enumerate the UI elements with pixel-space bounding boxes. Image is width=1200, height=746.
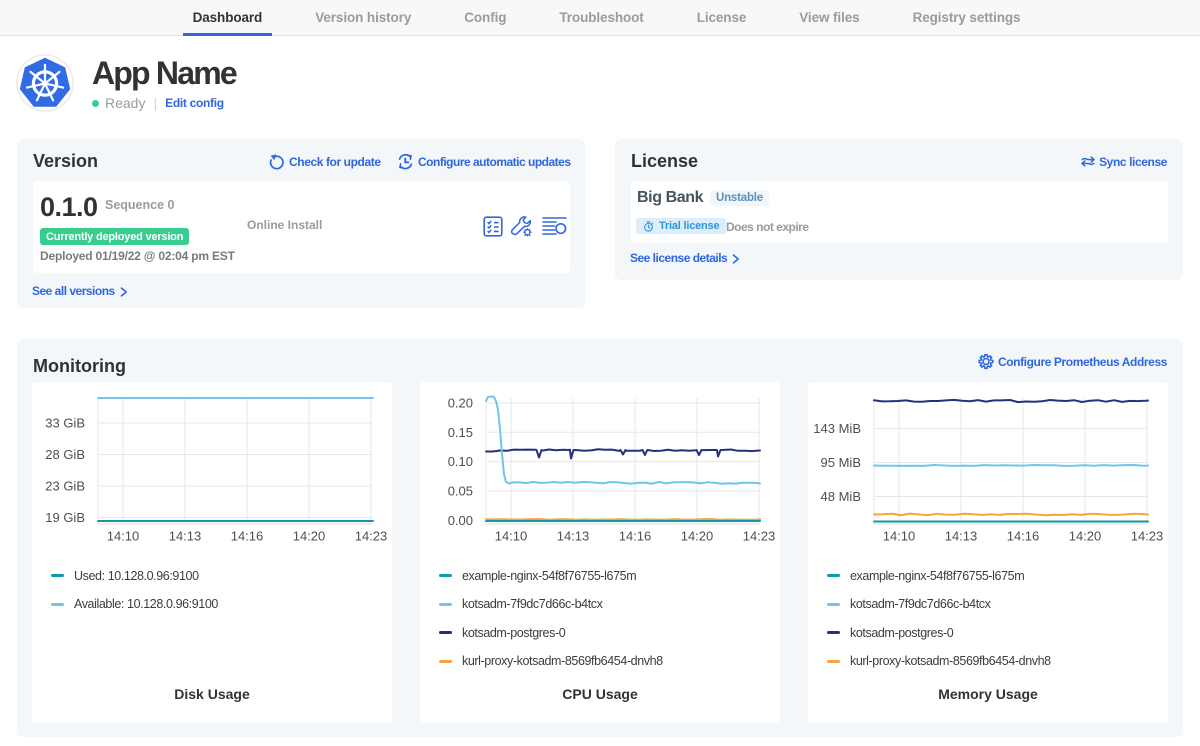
svg-text:14:10: 14:10 <box>883 529 916 544</box>
svg-text:14:20: 14:20 <box>1069 529 1102 544</box>
svg-text:33 GiB: 33 GiB <box>45 416 85 431</box>
svg-text:14:20: 14:20 <box>681 529 714 544</box>
svg-text:14:20: 14:20 <box>293 529 326 544</box>
svg-text:14:16: 14:16 <box>231 529 264 544</box>
svg-text:0.20: 0.20 <box>448 396 473 411</box>
svg-text:19 GiB: 19 GiB <box>45 510 85 525</box>
svg-text:14:23: 14:23 <box>743 529 776 544</box>
svg-text:48 MiB: 48 MiB <box>821 489 861 504</box>
svg-text:14:13: 14:13 <box>945 529 978 544</box>
svg-text:0.05: 0.05 <box>448 484 473 499</box>
svg-text:14:16: 14:16 <box>619 529 652 544</box>
svg-text:0.10: 0.10 <box>448 454 473 469</box>
svg-text:14:23: 14:23 <box>355 529 388 544</box>
svg-text:0.15: 0.15 <box>448 425 473 440</box>
svg-text:23 GiB: 23 GiB <box>45 479 85 494</box>
svg-text:14:13: 14:13 <box>169 529 202 544</box>
svg-text:14:10: 14:10 <box>495 529 528 544</box>
svg-text:14:23: 14:23 <box>1131 529 1164 544</box>
svg-text:28 GiB: 28 GiB <box>45 447 85 462</box>
svg-text:14:13: 14:13 <box>557 529 590 544</box>
svg-text:14:10: 14:10 <box>107 529 140 544</box>
svg-text:14:16: 14:16 <box>1007 529 1040 544</box>
svg-text:143 MiB: 143 MiB <box>813 421 861 436</box>
svg-text:0.00: 0.00 <box>448 513 473 528</box>
svg-text:95 MiB: 95 MiB <box>821 455 861 470</box>
